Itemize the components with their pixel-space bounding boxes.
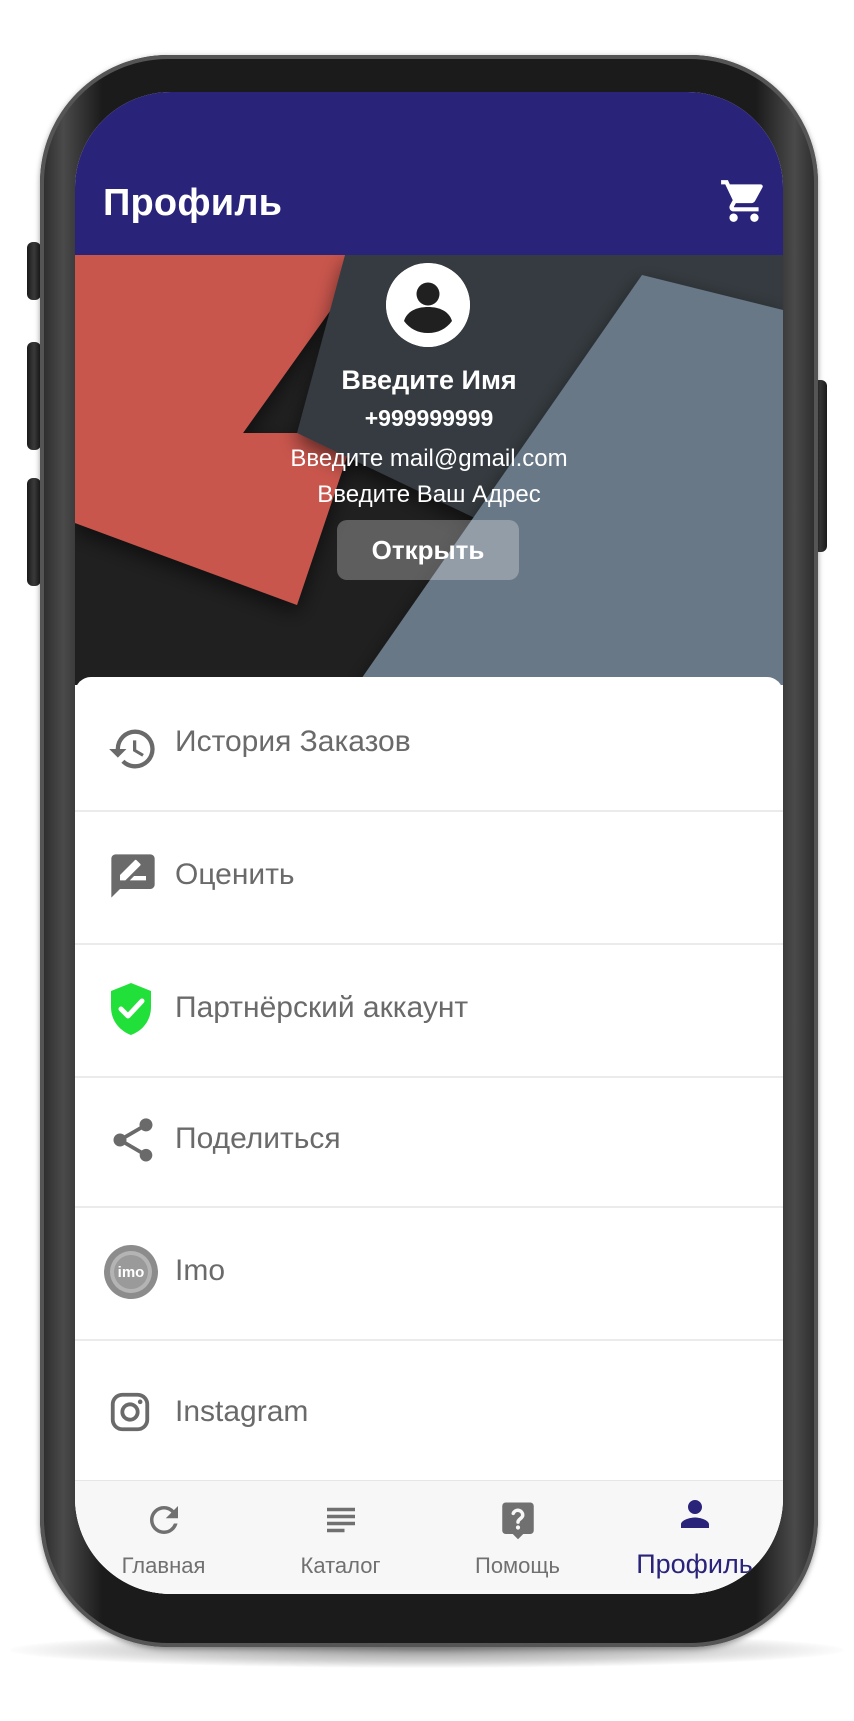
nav-item-profile[interactable]: Профиль [606,1481,783,1594]
menu-item-rate[interactable]: Оценить [75,810,783,945]
account-circle-icon[interactable] [386,263,470,347]
menu-item-label: Оценить [175,858,295,891]
profile-header: Введите Имя +999999999 Введите mail@gmai… [75,255,783,685]
app-bar: Профиль [75,92,783,255]
menu-item-label: Поделиться [175,1122,341,1155]
nav-label: Каталог [300,1553,381,1578]
history-icon [107,723,159,775]
list-icon [320,1499,362,1541]
imo-icon: imo [103,1244,159,1300]
phone-screen: Профиль Введите Имя +999999999 Введите m… [75,92,783,1594]
nav-item-home[interactable]: Главная [75,1481,252,1594]
menu-item-label: Instagram [175,1395,309,1428]
phone-volume-up-button [27,342,41,450]
menu-item-label: Партнёрский аккаунт [175,991,469,1024]
instagram-icon [107,1389,159,1441]
nav-item-catalog[interactable]: Каталог [252,1481,429,1594]
menu-item-instagram[interactable]: Instagram [75,1339,783,1472]
shopping-cart-icon[interactable] [719,176,769,226]
nav-label: Профиль [636,1549,753,1579]
share-icon [107,1114,159,1166]
person-icon [674,1493,716,1535]
bottom-navigation: Главная Каталог Помощь Профиль [75,1480,783,1594]
imo-icon-text: imo [118,1264,145,1281]
menu-item-share[interactable]: Поделиться [75,1076,783,1208]
nav-label: Помощь [475,1553,560,1578]
refresh-icon [143,1499,185,1541]
menu-item-order-history[interactable]: История Заказов [75,677,783,812]
page-title: Профиль [103,182,283,224]
nav-label: Главная [121,1553,206,1578]
verified-shield-icon [107,981,155,1037]
profile-email: Введите mail@gmail.com [290,445,568,472]
help-icon [497,1499,539,1541]
menu-item-partner-account[interactable]: Партнёрский аккаунт [75,943,783,1078]
phone-mute-switch [27,242,41,300]
rate-review-icon [107,850,159,902]
profile-name: Введите Имя [341,365,517,395]
profile-phone: +999999999 [364,405,494,431]
menu-item-label: Imo [175,1254,226,1287]
nav-item-help[interactable]: Помощь [429,1481,606,1594]
phone-volume-down-button [27,478,41,586]
profile-address: Введите Ваш Адрес [317,481,541,508]
open-button[interactable]: Открыть [337,520,519,580]
menu-item-imo[interactable]: imo Imo [75,1206,783,1341]
menu-item-label: История Заказов [175,725,411,758]
menu-card: История Заказов Оценить Партнёрский акка… [75,677,783,1594]
